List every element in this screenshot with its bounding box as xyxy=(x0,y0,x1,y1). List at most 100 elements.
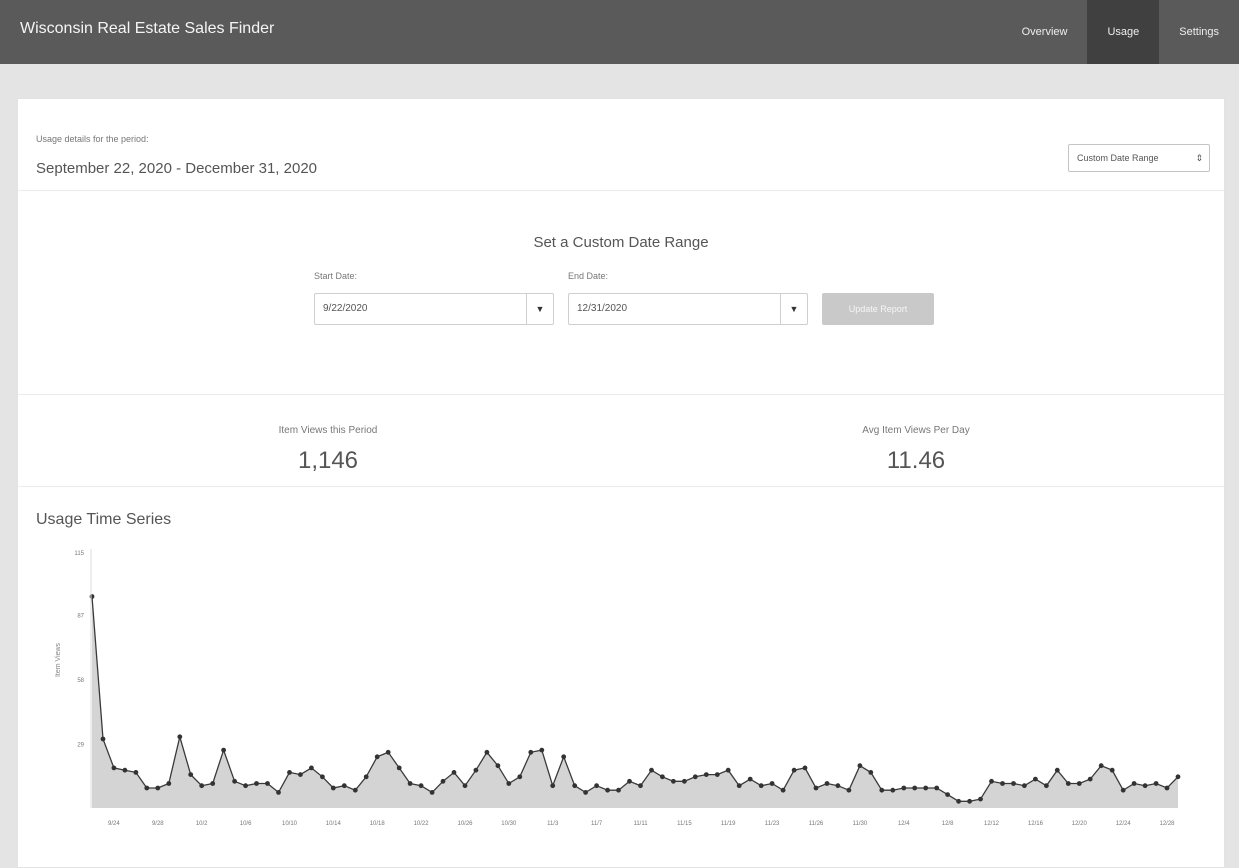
data-point xyxy=(1098,763,1104,769)
x-tick-label: 10/2 xyxy=(196,821,208,827)
data-point xyxy=(1033,776,1038,782)
period-label: Usage details for the period: xyxy=(36,134,149,144)
data-point xyxy=(396,765,402,771)
update-report-button[interactable]: Update Report xyxy=(822,293,934,325)
data-point xyxy=(440,778,446,784)
data-point xyxy=(517,774,523,780)
data-point xyxy=(747,776,753,782)
data-point xyxy=(901,785,907,791)
data-point xyxy=(528,749,534,755)
custom-date-range-section: Set a Custom Date Range Start Date: 9/22… xyxy=(18,191,1224,395)
data-point xyxy=(144,785,150,791)
data-point xyxy=(857,763,863,769)
data-point xyxy=(341,783,347,789)
data-point xyxy=(934,785,940,791)
data-point xyxy=(1087,776,1093,782)
data-point xyxy=(835,783,841,789)
data-point xyxy=(1120,787,1126,793)
x-tick-label: 12/8 xyxy=(942,821,954,827)
data-point xyxy=(276,790,281,795)
y-axis-label: Item Views xyxy=(55,642,62,677)
data-point xyxy=(561,754,567,760)
data-point xyxy=(890,787,896,793)
data-point xyxy=(703,772,709,777)
nav-settings[interactable]: Settings xyxy=(1159,0,1239,64)
data-point xyxy=(550,783,556,789)
data-point xyxy=(660,774,665,780)
data-point xyxy=(309,765,314,771)
data-point xyxy=(616,787,621,793)
data-point xyxy=(1175,774,1181,780)
start-date-input[interactable]: 9/22/2020 ▼ xyxy=(314,293,554,325)
period-header: Usage details for the period: September … xyxy=(18,99,1224,191)
y-tick-label: 29 xyxy=(77,742,84,748)
data-point xyxy=(736,783,742,789)
data-point xyxy=(254,781,259,786)
data-point xyxy=(298,772,303,777)
data-point xyxy=(199,783,205,789)
data-point xyxy=(824,781,830,786)
data-point xyxy=(956,798,961,804)
data-point xyxy=(912,785,918,791)
nav-usage[interactable]: Usage xyxy=(1087,0,1160,64)
x-tick-label: 12/4 xyxy=(898,821,910,827)
x-tick-label: 11/7 xyxy=(591,821,603,827)
x-tick-label: 11/11 xyxy=(633,821,648,827)
x-tick-label: 9/28 xyxy=(152,821,164,827)
nav-menu: Overview Usage Settings xyxy=(1002,0,1239,64)
data-point xyxy=(1000,781,1005,786)
usage-line xyxy=(91,596,1179,802)
x-tick-label: 12/12 xyxy=(984,821,1000,827)
data-point xyxy=(89,594,95,599)
x-tick-label: 12/28 xyxy=(1159,821,1175,827)
data-point xyxy=(1131,781,1137,786)
data-point xyxy=(868,770,874,775)
data-point xyxy=(484,749,490,755)
end-date-input[interactable]: 12/31/2020 ▼ xyxy=(568,293,808,325)
end-date-dropdown-icon[interactable]: ▼ xyxy=(780,294,807,324)
item-views-value: 1,146 xyxy=(297,447,359,474)
data-point xyxy=(462,783,468,789)
data-point xyxy=(177,734,183,740)
data-point xyxy=(1153,781,1159,786)
x-tick-label: 11/30 xyxy=(853,821,868,827)
data-point xyxy=(605,787,610,793)
data-point xyxy=(210,781,216,786)
avg-views-value: 11.46 xyxy=(886,447,946,474)
data-point xyxy=(265,781,270,786)
date-range-select[interactable]: Custom Date Range ⇕ xyxy=(1068,144,1210,172)
x-tick-label: 11/15 xyxy=(677,821,692,827)
nav-overview[interactable]: Overview xyxy=(1002,0,1088,64)
data-point xyxy=(385,749,391,755)
data-point xyxy=(506,781,512,786)
x-tick-label: 12/20 xyxy=(1072,821,1088,827)
select-arrows-icon: ⇕ xyxy=(1195,153,1203,163)
data-point xyxy=(473,767,479,773)
data-point xyxy=(846,787,852,793)
x-tick-label: 10/30 xyxy=(501,821,517,827)
data-point xyxy=(374,754,380,760)
x-tick-label: 10/18 xyxy=(370,821,386,827)
data-point xyxy=(879,787,885,793)
data-point xyxy=(330,785,336,791)
x-tick-label: 12/16 xyxy=(1028,821,1044,827)
data-point xyxy=(166,781,172,786)
data-point xyxy=(1164,785,1170,791)
start-date-dropdown-icon[interactable]: ▼ xyxy=(526,294,553,324)
x-tick-label: 10/6 xyxy=(240,821,252,827)
start-date-value: 9/22/2020 xyxy=(323,303,368,314)
chart-section: Usage Time Series 29 58 87 115 Item Views 9/2… xyxy=(18,487,1224,868)
data-point xyxy=(352,787,358,793)
data-point xyxy=(429,790,435,795)
data-point xyxy=(1044,783,1049,789)
top-navbar: Wisconsin Real Estate Sales Finder Overv… xyxy=(0,0,1239,64)
data-point xyxy=(1022,783,1027,789)
data-point xyxy=(100,736,106,742)
data-point xyxy=(287,770,292,775)
data-point xyxy=(583,790,588,795)
data-point xyxy=(594,783,599,789)
usage-time-series-chart: 29 58 87 115 Item Views 9/24 9/28 10/2 10/6 10/10… xyxy=(55,549,1181,827)
data-point xyxy=(1142,783,1148,789)
avg-views-label: Avg Item Views Per Day xyxy=(862,425,970,436)
data-point xyxy=(638,783,643,789)
